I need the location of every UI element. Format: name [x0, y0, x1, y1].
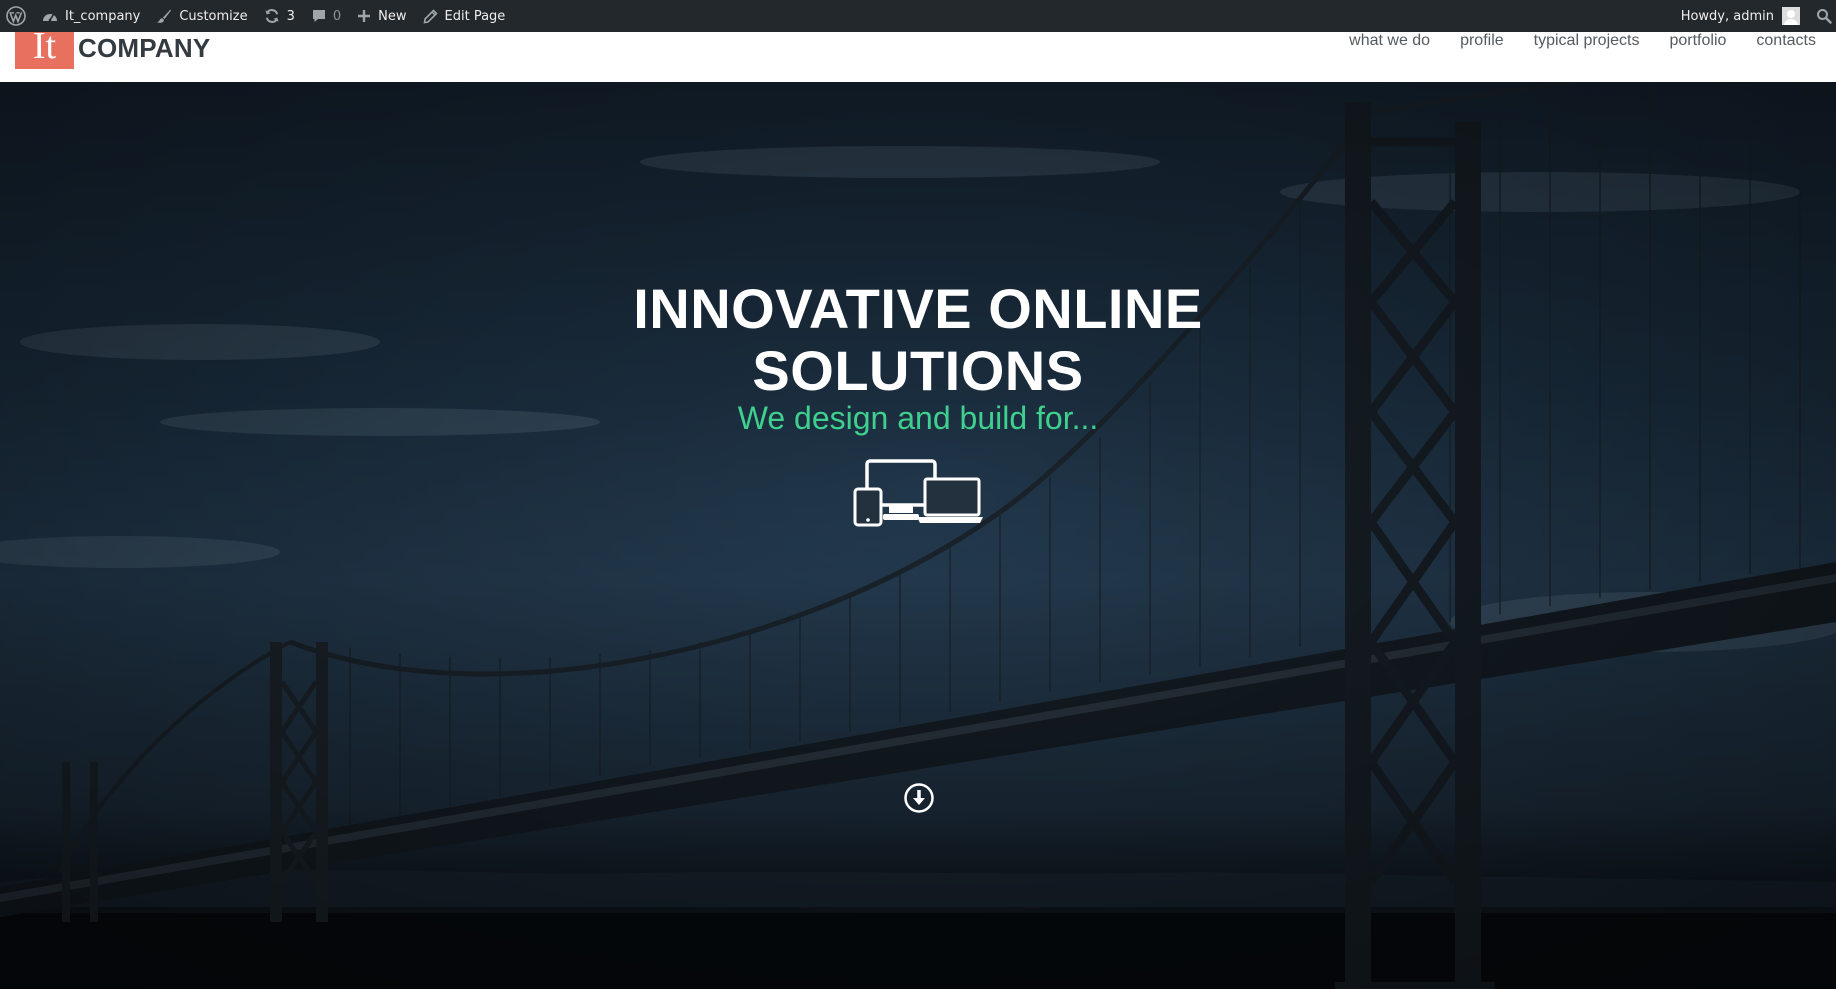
my-account-menu[interactable]: Howdy, admin	[1673, 0, 1808, 32]
admin-bar-right: Howdy, admin	[1673, 0, 1836, 32]
hero-section: INNOVATIVE ONLINE SOLUTIONS We design an…	[0, 82, 1836, 989]
admin-bar: It_company Customize 3 0 New Edit Page H…	[0, 0, 1836, 32]
customize-link[interactable]: Customize	[148, 0, 255, 32]
admin-bar-left: It_company Customize 3 0 New Edit Page	[0, 0, 513, 32]
site-name-label: It_company	[65, 8, 141, 24]
brush-icon	[156, 8, 172, 24]
arrow-down-circle-icon	[903, 783, 935, 818]
scroll-down-button[interactable]	[903, 782, 935, 819]
dashboard-icon	[42, 9, 58, 23]
plus-icon	[357, 9, 371, 23]
site-name-menu[interactable]: It_company	[34, 0, 148, 32]
main-nav: what we do profile typical projects port…	[1319, 32, 1816, 50]
avatar	[1782, 7, 1800, 25]
search-icon	[1816, 8, 1832, 24]
edit-page-link[interactable]: Edit Page	[415, 0, 514, 32]
bridge-background-image	[0, 82, 1836, 989]
site-header: It COMPANY what we do profile typical pr…	[0, 32, 1836, 82]
refresh-icon	[264, 8, 280, 24]
new-label: New	[378, 8, 407, 24]
logo-text: COMPANY	[78, 33, 211, 63]
nav-typical-projects[interactable]: typical projects	[1534, 32, 1640, 50]
nav-portfolio[interactable]: portfolio	[1669, 32, 1726, 50]
nav-what-we-do[interactable]: what we do	[1349, 32, 1430, 50]
admin-search[interactable]	[1808, 0, 1836, 32]
howdy-label: Howdy, admin	[1680, 8, 1774, 24]
wp-logo-menu[interactable]	[0, 0, 34, 32]
comments-link[interactable]: 0	[303, 0, 349, 32]
hero-title-line-1: INNOVATIVE ONLINE	[633, 277, 1203, 340]
new-content-menu[interactable]: New	[349, 0, 414, 32]
wordpress-logo-icon	[6, 6, 26, 26]
nav-profile[interactable]: profile	[1460, 32, 1504, 50]
comment-icon	[311, 8, 327, 24]
hero-subtitle: We design and build for...	[737, 400, 1099, 436]
updates-link[interactable]: 3	[256, 0, 303, 32]
hero-title-line-2: SOLUTIONS	[752, 339, 1084, 402]
logo-mark: It	[15, 32, 74, 69]
nav-contacts[interactable]: contacts	[1756, 32, 1816, 50]
site-logo[interactable]: It COMPANY	[15, 32, 210, 69]
pencil-icon	[423, 8, 438, 24]
hero-title: INNOVATIVE ONLINE SOLUTIONS	[0, 278, 1836, 402]
updates-count: 3	[286, 8, 295, 24]
comments-count: 0	[332, 8, 342, 24]
devices-icon	[853, 457, 983, 532]
edit-page-label: Edit Page	[444, 8, 506, 24]
customize-label: Customize	[179, 8, 248, 24]
